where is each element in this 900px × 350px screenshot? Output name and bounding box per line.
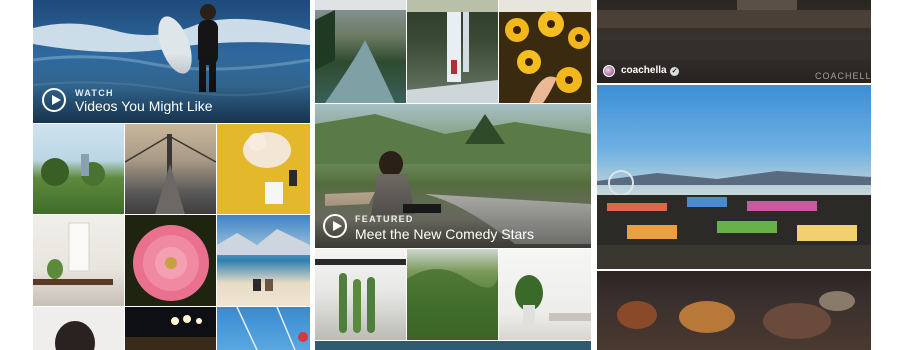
grid-photo-concert-lights[interactable] [125, 307, 216, 350]
grid-photo-park[interactable] [33, 124, 124, 214]
explore-panel-left: WATCH Videos You Might Like [33, 0, 310, 350]
featured-kicker: WATCH [75, 88, 114, 98]
featured-video-tile[interactable]: WATCH Videos You Might Like [33, 0, 310, 123]
park-photo [41, 154, 105, 186]
portrait-photo [55, 321, 95, 350]
grid-photo-flower[interactable] [125, 215, 216, 306]
explore-panel-middle: FEATURED Meet the New Comedy Stars [315, 0, 591, 350]
waterfall-photo [407, 0, 498, 103]
post-coachella-crowd[interactable]: coachella ✓ COACHELLA [597, 0, 871, 83]
grid-photo-interior[interactable] [33, 215, 124, 306]
grid-photo-bridge[interactable] [125, 124, 216, 214]
concert-lights-photo [125, 315, 216, 350]
sunflowers-photo [499, 0, 591, 103]
grid-photo-sunflowers[interactable] [499, 0, 591, 103]
verified-check-icon: ✓ [670, 67, 679, 76]
grid-photo-river[interactable] [315, 0, 406, 103]
plant-photo [515, 275, 591, 325]
watermark-text: COACHELLA [815, 71, 871, 81]
play-icon[interactable] [323, 214, 347, 238]
cat-photo [243, 132, 297, 204]
sky-ride-photo [236, 307, 308, 350]
play-icon[interactable] [42, 88, 66, 112]
post-festival-sunset[interactable] [597, 85, 871, 269]
interior-photo [33, 222, 113, 285]
bridge-photo [125, 134, 216, 214]
grid-photo-partial[interactable] [315, 341, 591, 350]
post-dark-food[interactable] [597, 271, 871, 350]
beach-photo [217, 229, 310, 291]
grid-photo-cactus[interactable] [315, 249, 406, 340]
grid-photo-waterfall[interactable] [407, 0, 498, 103]
grid-photo-cat[interactable] [217, 124, 310, 214]
grid-photo-sky-ride[interactable] [217, 307, 310, 350]
cactus-photo [315, 259, 406, 333]
grid-photo-portrait[interactable] [33, 307, 124, 350]
flower-photo [133, 225, 209, 301]
grid-photo-green-hills[interactable] [407, 249, 498, 340]
festival-photo [597, 170, 871, 269]
green-hills-photo [407, 269, 498, 340]
featured-title[interactable]: Meet the New Comedy Stars [355, 226, 534, 242]
food-photo [617, 291, 855, 339]
grid-photo-plant[interactable] [499, 249, 591, 340]
featured-kicker: FEATURED [355, 214, 414, 224]
account-avatar[interactable] [603, 65, 615, 77]
featured-video-tile[interactable]: FEATURED Meet the New Comedy Stars [315, 104, 591, 248]
explore-panel-right: coachella ✓ COACHELLA [597, 0, 871, 350]
river-photo [315, 0, 406, 103]
featured-title[interactable]: Videos You Might Like [75, 98, 213, 114]
grid-photo-beach[interactable] [217, 215, 310, 306]
account-name[interactable]: coachella [621, 65, 667, 76]
